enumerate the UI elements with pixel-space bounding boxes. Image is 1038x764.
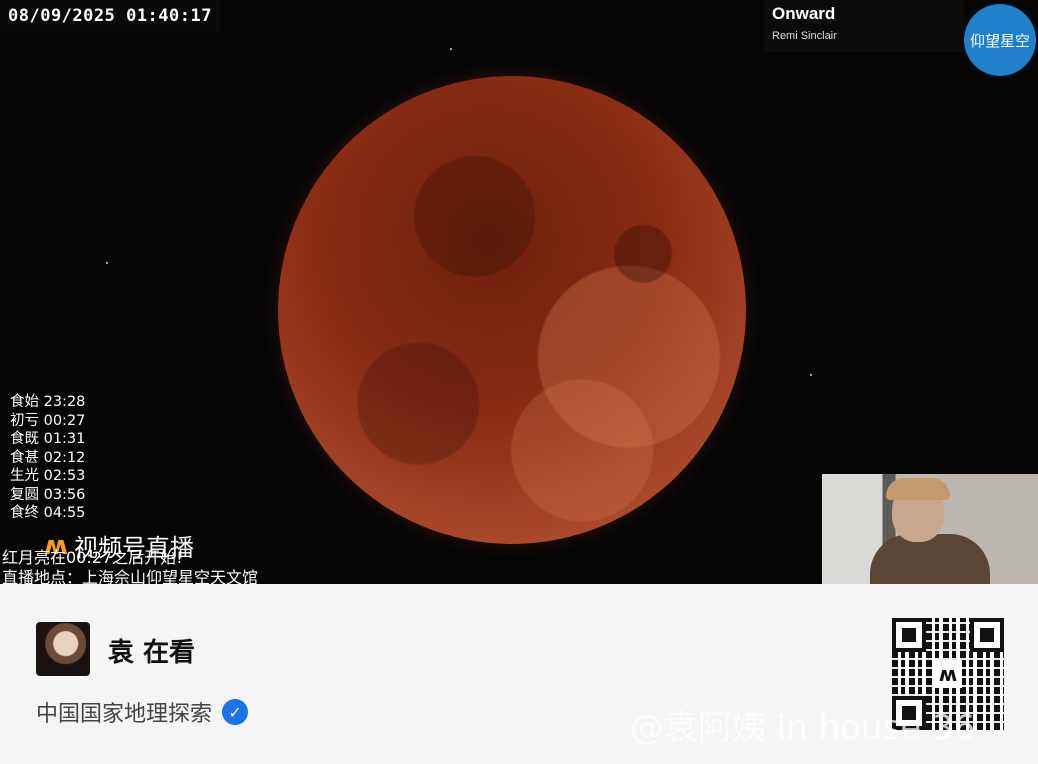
phase-row: 复圆 03:56 xyxy=(10,486,86,503)
phase-row: 食既 01:31 xyxy=(10,431,86,447)
phase-row: 生光 02:53 xyxy=(10,468,86,484)
phase-row: 食始 23:28 xyxy=(10,394,86,410)
viewer-avatar[interactable] xyxy=(36,622,90,676)
music-artist: Remi Sinclair xyxy=(772,30,837,42)
eclipse-phase-list: 食始 23:28 初亏 00:27 食既 01:31 食甚 02:12 生光 0… xyxy=(10,393,85,523)
channel-info[interactable]: 中国国家地理探索 ✓ xyxy=(36,696,249,728)
stream-timestamp: 08/09/2025 01:40:17 xyxy=(0,0,220,32)
channel-name: 中国国家地理探索 xyxy=(36,702,213,727)
now-playing: Onward Remi Sinclair xyxy=(764,0,964,52)
verified-check-icon: ✓ xyxy=(222,699,249,725)
qr-finder xyxy=(892,618,926,652)
star xyxy=(810,374,812,376)
host-hat xyxy=(886,478,950,500)
phase-row: 食终 04:55 xyxy=(10,505,86,521)
phase-row: 初亏 00:27 xyxy=(10,412,86,429)
viewer-watching-label: 袁 在看 xyxy=(108,638,196,668)
music-title: Onward xyxy=(772,4,836,23)
host-camera-pip[interactable] xyxy=(822,474,1038,584)
live-location: 直播地点：上海佘山仰望星空天文馆 xyxy=(2,568,259,584)
watermark-text: @袁阿姨 in house 36 xyxy=(630,708,976,748)
qr-finder xyxy=(970,618,1004,652)
butterfly-icon: ʍ xyxy=(934,660,962,688)
star xyxy=(450,48,452,50)
eclipsed-moon-image xyxy=(278,76,746,544)
phase-row: 食甚 02:12 xyxy=(10,449,86,466)
star xyxy=(106,262,108,264)
live-video-frame[interactable]: 08/09/2025 01:40:17 Onward Remi Sinclair… xyxy=(0,0,1038,584)
host-body xyxy=(870,534,990,584)
observatory-logo: 仰望星空 xyxy=(964,4,1036,76)
